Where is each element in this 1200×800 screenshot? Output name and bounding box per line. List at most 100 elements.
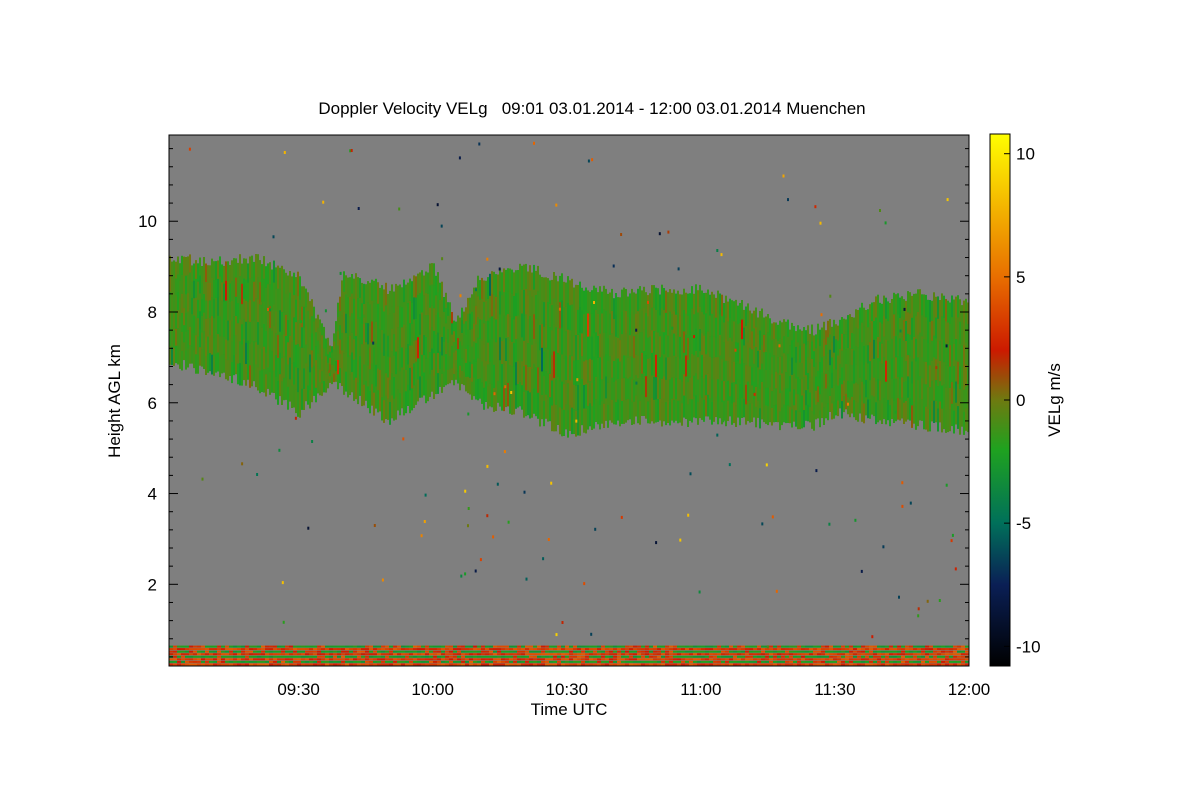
cloud-cell — [613, 319, 615, 341]
clutter-cell — [721, 653, 725, 656]
cloud-cell — [225, 280, 227, 301]
clutter-cell — [605, 660, 609, 663]
clutter-cell — [209, 663, 213, 666]
clutter-cell — [601, 655, 605, 658]
cloud-cell — [893, 357, 895, 380]
cloud-cell — [387, 398, 389, 420]
cloud-cell — [249, 256, 251, 279]
clutter-cell — [613, 655, 617, 658]
clutter-cell — [589, 663, 593, 666]
clutter-cell — [893, 655, 897, 658]
cloud-cell — [621, 334, 623, 358]
cloud-cell — [241, 364, 243, 386]
clutter-cell — [329, 653, 333, 656]
cloud-cell — [855, 309, 857, 329]
cloud-cell — [757, 350, 759, 368]
cloud-cell — [611, 333, 613, 357]
cloud-cell — [601, 379, 603, 402]
cloud-cell — [227, 281, 229, 302]
clutter-cell — [961, 660, 965, 663]
cloud-cell — [619, 404, 621, 427]
clutter-cell — [501, 658, 505, 661]
clutter-cell — [773, 655, 777, 658]
cloud-cell — [417, 273, 419, 296]
noise-speckle — [464, 572, 467, 576]
cloud-cell — [521, 313, 523, 338]
clutter-cell — [277, 660, 281, 663]
clutter-cell — [281, 663, 285, 666]
cloud-cell — [259, 260, 261, 283]
clutter-cell — [177, 645, 181, 648]
clutter-cell — [445, 650, 449, 653]
clutter-cell — [533, 648, 537, 651]
noise-speckle — [259, 301, 262, 305]
cloud-cell — [171, 261, 173, 280]
cloud-cell — [561, 408, 563, 437]
clutter-cell — [197, 655, 201, 658]
cloud-cell — [691, 399, 693, 423]
cloud-cell — [901, 397, 903, 419]
clutter-cell — [649, 658, 653, 661]
cloud-cell — [819, 394, 821, 411]
clutter-cell — [925, 650, 929, 653]
cloud-cell — [633, 401, 635, 425]
clutter-cell — [537, 663, 541, 666]
cloud-cell — [785, 321, 787, 340]
cloud-cell — [731, 403, 733, 425]
cloud-cell — [303, 388, 305, 410]
cloud-cell — [495, 296, 497, 321]
clutter-cell — [633, 650, 637, 653]
cloud-cell — [831, 326, 833, 343]
cloud-cell — [539, 325, 541, 351]
cloud-cell — [187, 311, 189, 331]
cloud-cell — [863, 384, 865, 405]
clutter-cell — [173, 663, 177, 666]
clutter-cell — [929, 645, 933, 648]
clutter-cell — [349, 650, 353, 653]
cloud-cell — [513, 366, 515, 391]
noise-speckle — [441, 257, 444, 261]
clutter-cell — [305, 653, 309, 656]
cloud-cell — [587, 313, 589, 338]
cloud-cell — [465, 335, 467, 350]
clutter-cell — [641, 648, 645, 651]
clutter-cell — [181, 663, 185, 666]
clutter-cell — [845, 660, 849, 663]
cloud-cell — [325, 347, 327, 357]
cloud-cell — [211, 258, 213, 279]
cloud-cell — [225, 320, 227, 341]
cloud-cell — [893, 336, 895, 359]
cloud-cell — [197, 354, 199, 374]
cloud-cell — [955, 296, 957, 319]
clutter-cell — [841, 653, 845, 656]
cloud-cell — [661, 284, 663, 309]
cloud-cell — [339, 296, 341, 312]
cloud-cell — [769, 335, 771, 354]
cloud-cell — [451, 345, 453, 358]
clutter-cell — [941, 660, 945, 663]
clutter-cell — [385, 645, 389, 648]
cloud-cell — [955, 402, 957, 425]
clutter-cell — [553, 655, 557, 658]
clutter-cell — [313, 663, 317, 666]
clutter-cell — [441, 655, 445, 658]
cloud-cell — [457, 315, 459, 328]
cloud-cell — [191, 265, 193, 283]
clutter-cell — [785, 645, 789, 648]
clutter-cell — [853, 650, 857, 653]
cloud-cell — [309, 390, 311, 409]
cloud-cell — [895, 336, 897, 358]
clutter-cell — [221, 653, 225, 656]
cloud-cell — [445, 354, 447, 370]
clutter-cell — [425, 645, 429, 648]
cloud-cell — [753, 346, 755, 365]
cloud-cell — [551, 355, 553, 381]
cloud-cell — [767, 314, 769, 333]
clutter-cell — [605, 663, 609, 666]
clutter-cell — [277, 648, 281, 651]
cloud-cell — [291, 276, 293, 299]
cloud-cell — [327, 379, 329, 389]
cloud-cell — [483, 280, 485, 303]
clutter-cell — [777, 658, 781, 661]
clutter-cell — [797, 653, 801, 656]
